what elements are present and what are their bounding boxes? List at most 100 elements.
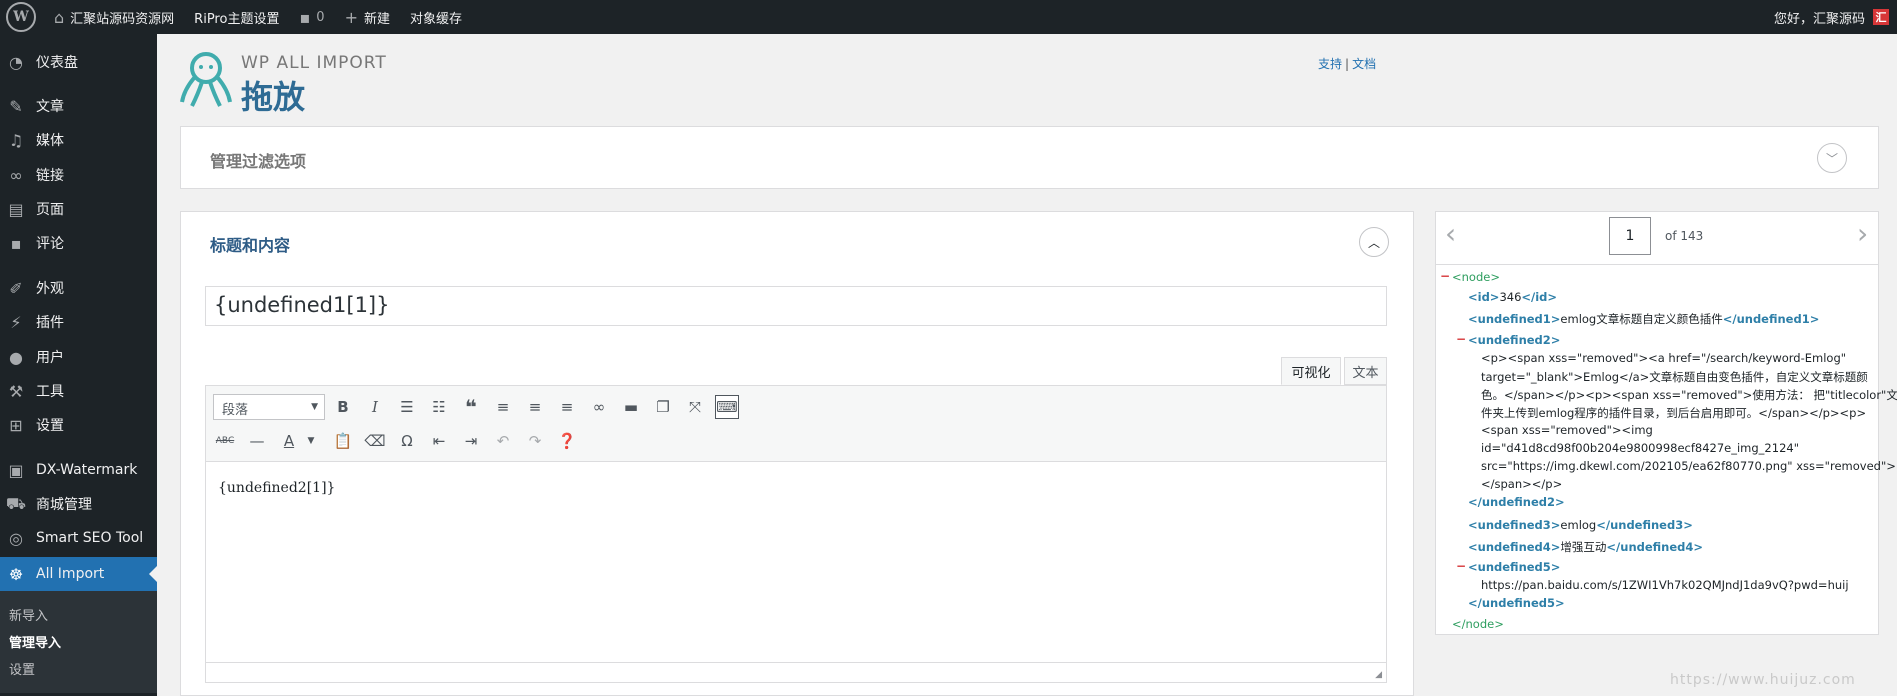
- brush-icon: ✐: [9, 278, 23, 298]
- sidebar-item-label: 插件: [36, 315, 64, 331]
- home-icon: ⌂: [54, 7, 65, 27]
- support-link[interactable]: 支持: [1318, 57, 1342, 71]
- align-right-button[interactable]: ≡: [555, 395, 579, 419]
- bold-button[interactable]: B: [331, 395, 355, 419]
- tab-visual[interactable]: 可视化: [1281, 357, 1341, 385]
- sidebar-item-comments[interactable]: ▪ 评论: [0, 226, 157, 260]
- filter-options-title: 管理过滤选项: [210, 152, 307, 171]
- next-record-button[interactable]: ›: [1857, 217, 1868, 250]
- fullscreen-icon: ⤧: [688, 398, 701, 416]
- xml-line: <node>: [1452, 270, 1500, 284]
- resize-handle-icon[interactable]: ◢: [1375, 670, 1382, 680]
- xml-tag: <undefined5>: [1468, 560, 1561, 574]
- wordpress-logo-icon[interactable]: W: [6, 2, 36, 32]
- indent-button[interactable]: ⇥: [459, 429, 483, 453]
- format-select[interactable]: 段落 ▼: [213, 394, 325, 420]
- strikethrough-button[interactable]: ABC: [213, 429, 237, 453]
- blockquote-button[interactable]: ❝: [459, 395, 483, 419]
- horizontal-line-button[interactable]: —: [245, 429, 269, 453]
- toolbar-toggle-button[interactable]: ⌨: [715, 395, 739, 419]
- xml-tag: </undefined4>: [1606, 540, 1704, 554]
- clear-formatting-button[interactable]: ⌫: [363, 429, 387, 453]
- sidebar-item-links[interactable]: ∞ 链接: [0, 158, 157, 192]
- xml-line: 色。</span></p><p><span xss="removed">使用方法…: [1481, 388, 1897, 402]
- sidebar-item-dx-watermark[interactable]: ▣ DX-Watermark: [0, 453, 157, 487]
- sidebar-item-plugins[interactable]: ⚡ 插件: [0, 305, 157, 339]
- new-content-link[interactable]: + 新建: [335, 0, 400, 34]
- text-color-button[interactable]: A: [277, 429, 301, 453]
- xml-line: <undefined5>: [1468, 560, 1560, 574]
- filter-options-panel[interactable]: 管理过滤选项 ﹀: [180, 126, 1879, 189]
- sidebar-item-settings[interactable]: ⊞ 设置: [0, 408, 157, 442]
- align-left-button[interactable]: ≡: [491, 395, 515, 419]
- sidebar-item-dashboard[interactable]: ◔ 仪表盘: [0, 45, 157, 79]
- xml-line: </undefined5>: [1468, 596, 1565, 610]
- align-center-button[interactable]: ≡: [523, 395, 547, 419]
- xml-collapse-node[interactable]: −: [1440, 269, 1450, 283]
- sidebar-item-smart-seo[interactable]: ◎ Smart SEO Tool: [0, 521, 157, 555]
- editor-content: {undefined2[1]}: [218, 480, 336, 496]
- all-import-submenu: 新导入 管理导入 设置: [0, 591, 157, 693]
- xml-line: <undefined1>emlog文章标题自定义颜色插件</undefined1…: [1468, 311, 1819, 327]
- bullet-list-button[interactable]: ☰: [395, 395, 419, 419]
- redo-button[interactable]: ↷: [523, 429, 547, 453]
- xml-tag: </id>: [1521, 290, 1558, 304]
- insert-link-button[interactable]: ∞: [587, 395, 611, 419]
- tab-text[interactable]: 文本: [1344, 357, 1387, 385]
- sidebar-item-users[interactable]: ● 用户: [0, 340, 157, 374]
- align-right-icon: ≡: [560, 398, 574, 416]
- sidebar-item-label: 设置: [36, 418, 64, 434]
- sidebar-item-media[interactable]: ♫ 媒体: [0, 123, 157, 157]
- undo-icon: ↶: [496, 432, 510, 450]
- outdent-button[interactable]: ⇤: [427, 429, 451, 453]
- greeting-link[interactable]: 您好，汇聚源码: [1774, 8, 1865, 27]
- octopus-icon: ☸: [8, 564, 24, 584]
- text-color-icon: A: [283, 432, 295, 450]
- paste-text-button[interactable]: 📋: [331, 429, 355, 453]
- record-number-input[interactable]: 1: [1609, 217, 1651, 255]
- chevron-down-icon: ﹀: [1825, 151, 1838, 166]
- site-name-link[interactable]: ⌂ 汇聚站源码资源网: [44, 0, 184, 34]
- content-editor[interactable]: {undefined2[1]} ◢: [205, 461, 1387, 683]
- submenu-new-import[interactable]: 新导入: [9, 605, 48, 624]
- xml-line: <p><span xss="removed"><a href="/search/…: [1481, 351, 1847, 365]
- caret-down-icon: ▼: [307, 436, 315, 446]
- xml-value: 增强互动: [1560, 540, 1607, 554]
- xml-line: id="d41d8cd98f00b204e9800998ecf8427e_img…: [1481, 441, 1799, 455]
- theme-settings-link[interactable]: RiPro主题设置: [184, 0, 289, 34]
- page-break-button[interactable]: ❐: [651, 395, 675, 419]
- sidebar-item-tools[interactable]: ⚒ 工具: [0, 374, 157, 408]
- xml-collapse-undefined5[interactable]: −: [1456, 559, 1466, 573]
- seo-icon: ◎: [9, 528, 23, 548]
- sidebar-item-pages[interactable]: ▤ 页面: [0, 192, 157, 226]
- docs-link[interactable]: 文档: [1352, 57, 1376, 71]
- bullet-list-icon: ☰: [400, 398, 414, 416]
- help-button[interactable]: ❓: [555, 429, 579, 453]
- numbered-list-button[interactable]: ☷: [427, 395, 451, 419]
- link-icon: ∞: [592, 398, 606, 416]
- text-color-dropdown[interactable]: ▼: [299, 429, 323, 453]
- sidebar-item-appearance[interactable]: ✐ 外观: [0, 271, 157, 305]
- xml-collapse-undefined2[interactable]: −: [1456, 332, 1466, 346]
- comments-link[interactable]: ▪ 0: [289, 0, 334, 34]
- xml-line: <undefined3>emlog</undefined3>: [1468, 518, 1693, 532]
- sidebar-item-posts[interactable]: ✎ 文章: [0, 89, 157, 123]
- special-character-button[interactable]: Ω: [395, 429, 419, 453]
- sidebar-item-label: 页面: [36, 202, 64, 218]
- italic-button[interactable]: I: [363, 395, 387, 419]
- submenu-settings[interactable]: 设置: [9, 659, 35, 678]
- submenu-manage-imports[interactable]: 管理导入: [9, 632, 61, 651]
- object-cache-link[interactable]: 对象缓存: [400, 0, 472, 34]
- collapse-content-button[interactable]: ︿: [1359, 227, 1389, 257]
- read-more-button[interactable]: ▬: [619, 395, 643, 419]
- title-template-input[interactable]: {undefined1[1]}: [205, 286, 1387, 326]
- expand-filter-button[interactable]: ﹀: [1817, 143, 1847, 173]
- help-icon: ❓: [557, 432, 577, 450]
- avatar[interactable]: 汇: [1873, 9, 1889, 25]
- undo-button[interactable]: ↶: [491, 429, 515, 453]
- sidebar-item-shop[interactable]: ⛟ 商城管理: [0, 487, 157, 521]
- sidebar-item-all-import[interactable]: ☸ All Import: [0, 557, 157, 591]
- previous-record-button[interactable]: ‹: [1445, 217, 1456, 250]
- chevron-up-icon: ︿: [1367, 235, 1380, 250]
- fullscreen-button[interactable]: ⤧: [683, 395, 707, 419]
